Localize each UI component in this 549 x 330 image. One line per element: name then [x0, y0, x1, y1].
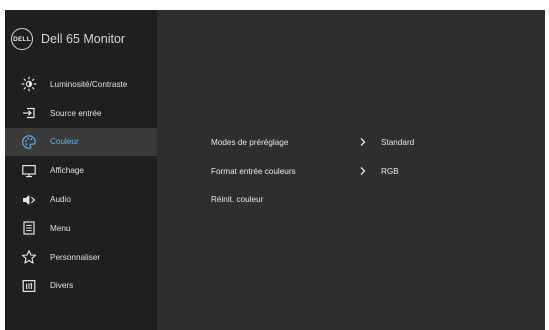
- sidebar-item-audio[interactable]: Audio: [5, 185, 157, 214]
- submenu-row-reset-color[interactable]: Réinit. couleur: [211, 192, 359, 206]
- info-icon: [21, 278, 37, 294]
- sidebar-item-label: Affichage: [50, 166, 84, 176]
- sidebar-item-menu[interactable]: Menu: [5, 214, 157, 243]
- sidebar: DELL Dell 65 Monitor Luminosité/Contrast…: [5, 10, 157, 330]
- sidebar-item-personnaliser[interactable]: Personnaliser: [5, 243, 157, 272]
- submenu-row-input-color-format[interactable]: Format entrée couleurs RGB: [211, 164, 399, 178]
- display-icon: [21, 163, 37, 179]
- sidebar-item-label: Luminosité/Contraste: [50, 79, 128, 89]
- brightness-icon: [21, 76, 37, 92]
- sidebar-item-affichage[interactable]: Affichage: [5, 156, 157, 185]
- submenu-row-preset-modes[interactable]: Modes de préréglage Standard: [211, 135, 414, 149]
- sidebar-item-source[interactable]: Source entrée: [5, 99, 157, 128]
- star-icon: [21, 249, 37, 265]
- submenu-row-label: Modes de préréglage: [211, 137, 289, 147]
- input-source-icon: [21, 105, 37, 121]
- sidebar-menu: Luminosité/Contraste Source entrée Coule…: [5, 70, 157, 300]
- palette-icon: [21, 134, 37, 150]
- sidebar-item-label: Divers: [50, 281, 74, 291]
- sidebar-item-label: Menu: [50, 223, 71, 233]
- brand-header: DELL Dell 65 Monitor: [11, 27, 125, 51]
- chevron-right-icon: [359, 137, 381, 147]
- submenu-row-value: Standard: [381, 137, 415, 147]
- sidebar-item-divers[interactable]: Divers: [5, 272, 157, 301]
- submenu-row-label: Format entrée couleurs: [211, 166, 296, 176]
- sidebar-item-luminosite[interactable]: Luminosité/Contraste: [5, 70, 157, 99]
- monitor-title: Dell 65 Monitor: [41, 32, 126, 46]
- sidebar-item-label: Audio: [50, 195, 71, 205]
- sidebar-item-couleur[interactable]: Couleur: [5, 127, 157, 157]
- sidebar-item-label: Personnaliser: [50, 252, 101, 262]
- dell-logo: DELL: [11, 28, 33, 50]
- speaker-icon: [21, 192, 37, 208]
- chevron-right-icon: [359, 166, 381, 176]
- sidebar-item-label: Couleur: [50, 137, 79, 147]
- submenu-row-label: Réinit. couleur: [211, 194, 264, 204]
- sidebar-item-label: Source entrée: [50, 108, 102, 118]
- submenu-row-value: RGB: [381, 166, 399, 176]
- menu-icon: [21, 220, 37, 236]
